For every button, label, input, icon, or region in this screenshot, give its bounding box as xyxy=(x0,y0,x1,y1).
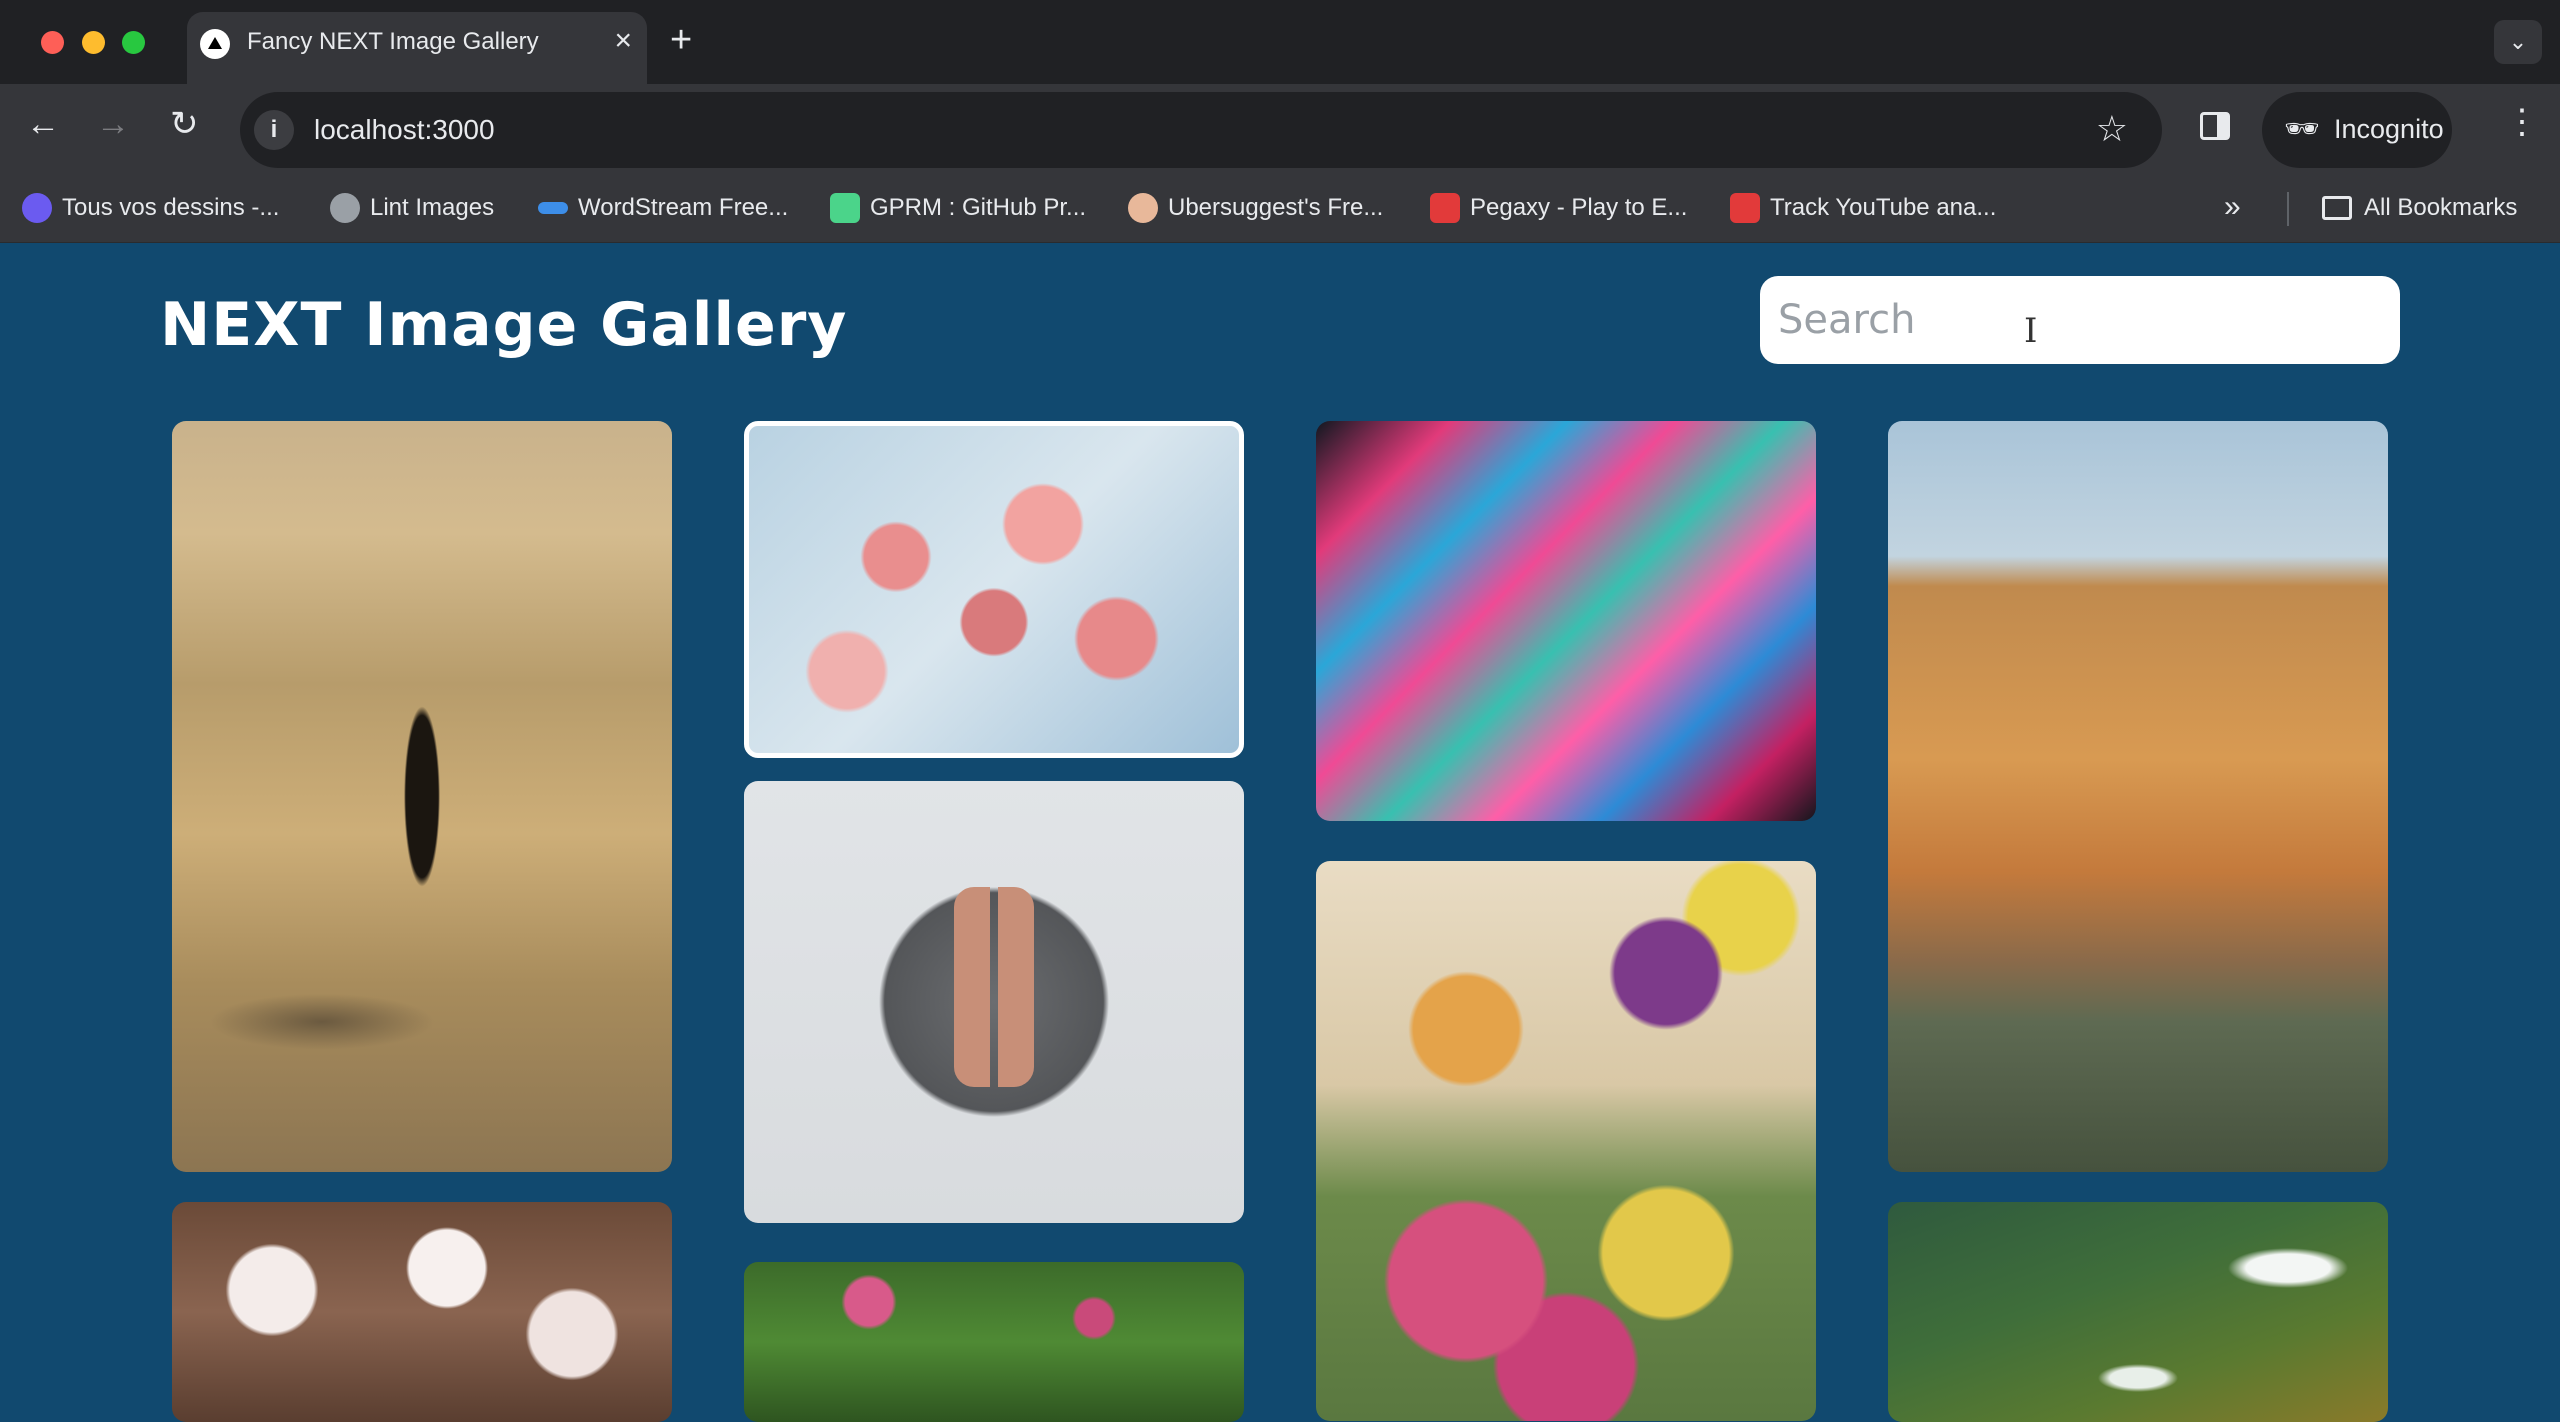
ubersuggest-icon xyxy=(1128,193,1158,223)
bookmark-item[interactable]: WordStream Free... xyxy=(538,188,788,228)
browser-tab-bar: Fancy NEXT Image Gallery × + ⌄ xyxy=(0,0,2560,84)
gallery-image-man-in-water[interactable] xyxy=(172,421,672,1172)
bookmark-item[interactable]: Tous vos dessins -... xyxy=(22,188,279,228)
close-window-button[interactable] xyxy=(41,31,64,54)
forward-arrow-icon[interactable]: → xyxy=(96,104,130,144)
bookmark-label: Tous vos dessins -... xyxy=(62,194,280,221)
bookmark-label: GPRM : GitHub Pr... xyxy=(870,194,1087,221)
bookmark-item[interactable]: GPRM : GitHub Pr... xyxy=(830,188,1086,228)
bookmark-label: WordStream Free... xyxy=(578,194,789,221)
bookmark-star-icon[interactable]: ☆ xyxy=(2096,108,2128,150)
all-bookmarks-label: All Bookmarks xyxy=(2364,194,2518,221)
close-tab-icon[interactable]: × xyxy=(614,26,632,56)
gallery-image-white-blossoms[interactable] xyxy=(172,1202,672,1422)
address-bar[interactable]: i localhost:3000 ☆ xyxy=(240,92,2162,168)
folder-icon xyxy=(2322,196,2352,220)
new-tab-button[interactable]: + xyxy=(670,20,692,60)
site-info-icon[interactable]: i xyxy=(254,110,294,150)
back-arrow-icon[interactable]: ← xyxy=(26,104,60,144)
more-bookmarks-chevron-icon[interactable]: » xyxy=(2224,190,2241,224)
text-cursor-icon: I xyxy=(2024,311,2038,351)
gallery-image-garden[interactable] xyxy=(744,1262,1244,1422)
bookmark-item[interactable]: Pegaxy - Play to E... xyxy=(1430,188,1687,228)
browser-menu-icon[interactable]: ⋮ xyxy=(2505,102,2539,142)
bookmarks-divider xyxy=(2287,192,2289,226)
bookmark-item[interactable]: Lint Images xyxy=(330,188,494,228)
side-panel-icon[interactable] xyxy=(2200,112,2230,140)
tab-title: Fancy NEXT Image Gallery xyxy=(247,28,539,55)
browser-tab-active[interactable]: Fancy NEXT Image Gallery × xyxy=(187,12,647,84)
minimize-window-button[interactable] xyxy=(82,31,105,54)
nextjs-favicon-icon xyxy=(200,29,230,59)
tab-search-button[interactable]: ⌄ xyxy=(2494,20,2542,64)
gallery-image-legs-circle[interactable] xyxy=(744,781,1244,1223)
incognito-icon: 🕶 xyxy=(2284,113,2320,144)
gallery-image-ocean[interactable] xyxy=(1888,1202,2388,1422)
gallery-image-florence-bridge[interactable] xyxy=(1888,421,2388,1172)
browser-toolbar: ← → ↻ i localhost:3000 ☆ 🕶 Incognito ⋮ xyxy=(0,84,2560,178)
bookmark-item[interactable]: Track YouTube ana... xyxy=(1730,188,1996,228)
legs-figure xyxy=(954,887,1034,1087)
page-title: NEXT Image Gallery xyxy=(160,290,848,360)
gallery-image-cherry-blossoms[interactable] xyxy=(744,421,1244,758)
bookmark-label: Lint Images xyxy=(370,194,495,221)
incognito-profile-button[interactable]: 🕶 Incognito xyxy=(2262,92,2452,168)
all-bookmarks-button[interactable]: All Bookmarks xyxy=(2322,188,2517,228)
gallery-image-colorful-blur[interactable] xyxy=(1316,421,1816,821)
incognito-label: Incognito xyxy=(2334,114,2444,144)
bookmark-label: Ubersuggest's Fre... xyxy=(1168,194,1384,221)
maximize-window-button[interactable] xyxy=(122,31,145,54)
reload-icon[interactable]: ↻ xyxy=(170,104,199,144)
gprm-icon xyxy=(830,193,860,223)
gallery-image-tulips[interactable] xyxy=(1316,861,1816,1421)
bookmark-item[interactable]: Ubersuggest's Fre... xyxy=(1128,188,1383,228)
url-text[interactable]: localhost:3000 xyxy=(314,114,495,146)
bookmark-label: Track YouTube ana... xyxy=(1770,194,1997,221)
pegaxy-icon xyxy=(1430,193,1460,223)
bookmark-label: Pegaxy - Play to E... xyxy=(1470,194,1688,221)
search-input[interactable] xyxy=(1760,276,2400,364)
bookmarks-bar: Tous vos dessins -... Lint Images WordSt… xyxy=(0,178,2560,243)
chart-bars-icon xyxy=(1730,193,1760,223)
wordstream-icon xyxy=(538,202,568,214)
canva-icon xyxy=(22,193,52,223)
globe-icon xyxy=(330,193,360,223)
